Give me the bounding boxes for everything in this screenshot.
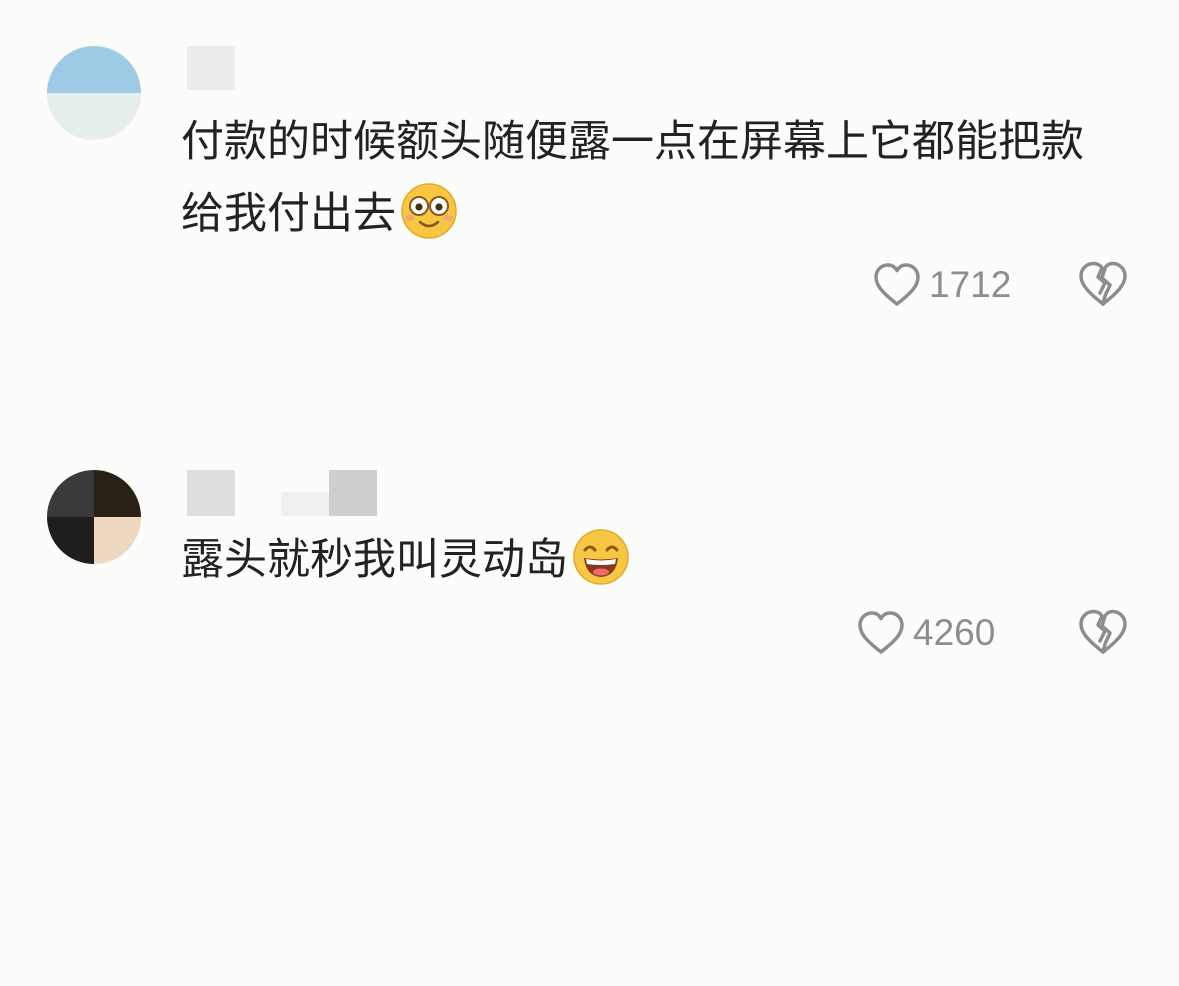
like-count: 1712	[929, 264, 1012, 305]
comment-text: 付款的时候额头随便露一点在屏幕上它都能把款给我付出去	[181, 106, 1111, 250]
like-button[interactable]: 4260	[857, 608, 995, 658]
avatar[interactable]	[47, 46, 141, 140]
comment-text-content: 露头就秒我叫灵动岛	[181, 535, 568, 585]
avatar[interactable]	[47, 470, 141, 564]
heart-outline-icon	[873, 262, 921, 308]
heart-outline-icon	[857, 610, 905, 656]
like-count: 4260	[913, 612, 996, 653]
flushed-smile-emoji	[400, 182, 458, 240]
like-button[interactable]: 1712	[873, 260, 1011, 310]
grinning-emoji	[572, 528, 630, 586]
comment-text: 露头就秒我叫灵动岛	[181, 524, 1111, 596]
comment-text-content: 付款的时候额头随便露一点在屏幕上它都能把款给我付出去	[181, 117, 1084, 239]
dislike-button[interactable]	[1078, 260, 1128, 310]
broken-heart-icon	[1078, 260, 1128, 308]
dislike-button[interactable]	[1078, 608, 1128, 658]
broken-heart-icon	[1078, 608, 1128, 656]
